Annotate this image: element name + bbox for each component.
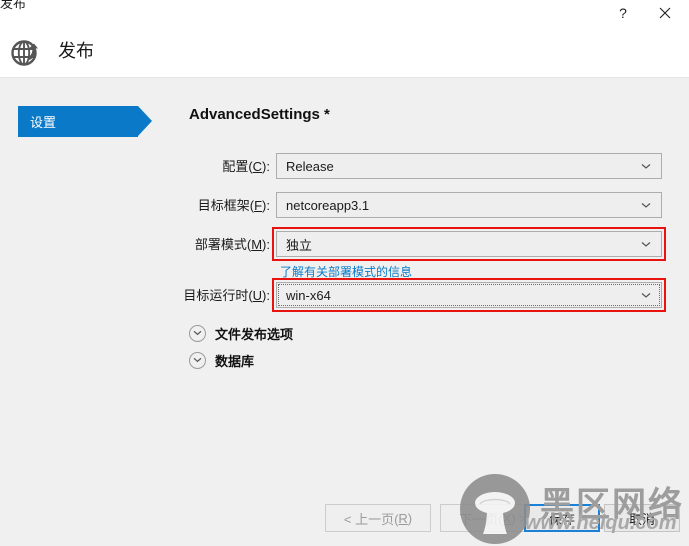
chevron-down-circle-icon <box>189 324 206 342</box>
chevron-down-icon <box>640 238 652 250</box>
sidebar-selection-arrow <box>138 106 152 136</box>
target-framework-label: 目标框架(F): <box>197 198 270 213</box>
deployment-mode-dropdown[interactable]: 独立 <box>276 231 662 257</box>
dialog-footer: < 上一页(R) 下一页(X) > 保存 取消 <box>0 492 689 546</box>
header-title: 发布 <box>58 41 94 61</box>
target-framework-value: netcoreapp3.1 <box>286 197 370 213</box>
sidebar-item-label: 设置 <box>30 115 57 130</box>
expander-file-publish-options[interactable]: 文件发布选项 <box>189 323 293 343</box>
save-button[interactable]: 保存 <box>524 504 600 532</box>
sidebar-item-settings[interactable]: 设置 <box>18 106 138 137</box>
field-row-configuration: 配置(C): Release <box>172 153 689 179</box>
sidebar: 设置 <box>0 79 172 546</box>
deployment-mode-value: 独立 <box>286 237 313 253</box>
close-button[interactable] <box>647 0 683 26</box>
focus-indicator <box>278 284 660 306</box>
chevron-down-circle-icon <box>189 351 206 369</box>
question-mark-icon: ? <box>619 5 627 21</box>
target-runtime-dropdown[interactable]: win-x64 <box>276 282 662 308</box>
target-runtime-value: win-x64 <box>286 287 331 303</box>
previous-button[interactable]: < 上一页(R) <box>325 504 431 532</box>
close-icon <box>659 7 671 19</box>
target-framework-dropdown[interactable]: netcoreapp3.1 <box>276 192 662 218</box>
page-title: AdvancedSettings * <box>189 106 330 123</box>
target-runtime-label: 目标运行时(U): <box>183 288 270 303</box>
settings-panel: AdvancedSettings * 配置(C): Release 目标框架(F… <box>172 79 689 546</box>
window-title: 发布 <box>0 0 27 11</box>
title-bar: 发布 ? <box>0 0 689 27</box>
field-row-target-framework: 目标框架(F): netcoreapp3.1 <box>172 192 689 218</box>
configuration-value: Release <box>286 158 334 174</box>
chevron-down-icon <box>640 199 652 211</box>
expander-label: 文件发布选项 <box>215 326 294 342</box>
deployment-mode-help-link[interactable]: 了解有关部署模式的信息 <box>280 263 412 280</box>
configuration-label: 配置(C): <box>222 159 270 174</box>
field-row-target-runtime: 目标运行时(U): win-x64 <box>172 282 689 308</box>
publish-globe-icon <box>9 35 43 69</box>
chevron-down-icon <box>640 289 652 301</box>
help-button[interactable]: ? <box>605 0 641 26</box>
publish-dialog: 发布 ? 发布 设置 AdvancedSettings * 配置(C): Rel… <box>0 0 689 546</box>
field-row-deployment-mode: 部署模式(M): 独立 <box>172 231 689 257</box>
expander-label: 数据库 <box>215 353 255 369</box>
cancel-button[interactable]: 取消 <box>604 504 680 532</box>
dialog-header: 发布 <box>0 27 689 78</box>
expander-database[interactable]: 数据库 <box>189 350 254 370</box>
chevron-down-icon <box>640 160 652 172</box>
configuration-dropdown[interactable]: Release <box>276 153 662 179</box>
deployment-mode-label: 部署模式(M): <box>194 237 270 252</box>
